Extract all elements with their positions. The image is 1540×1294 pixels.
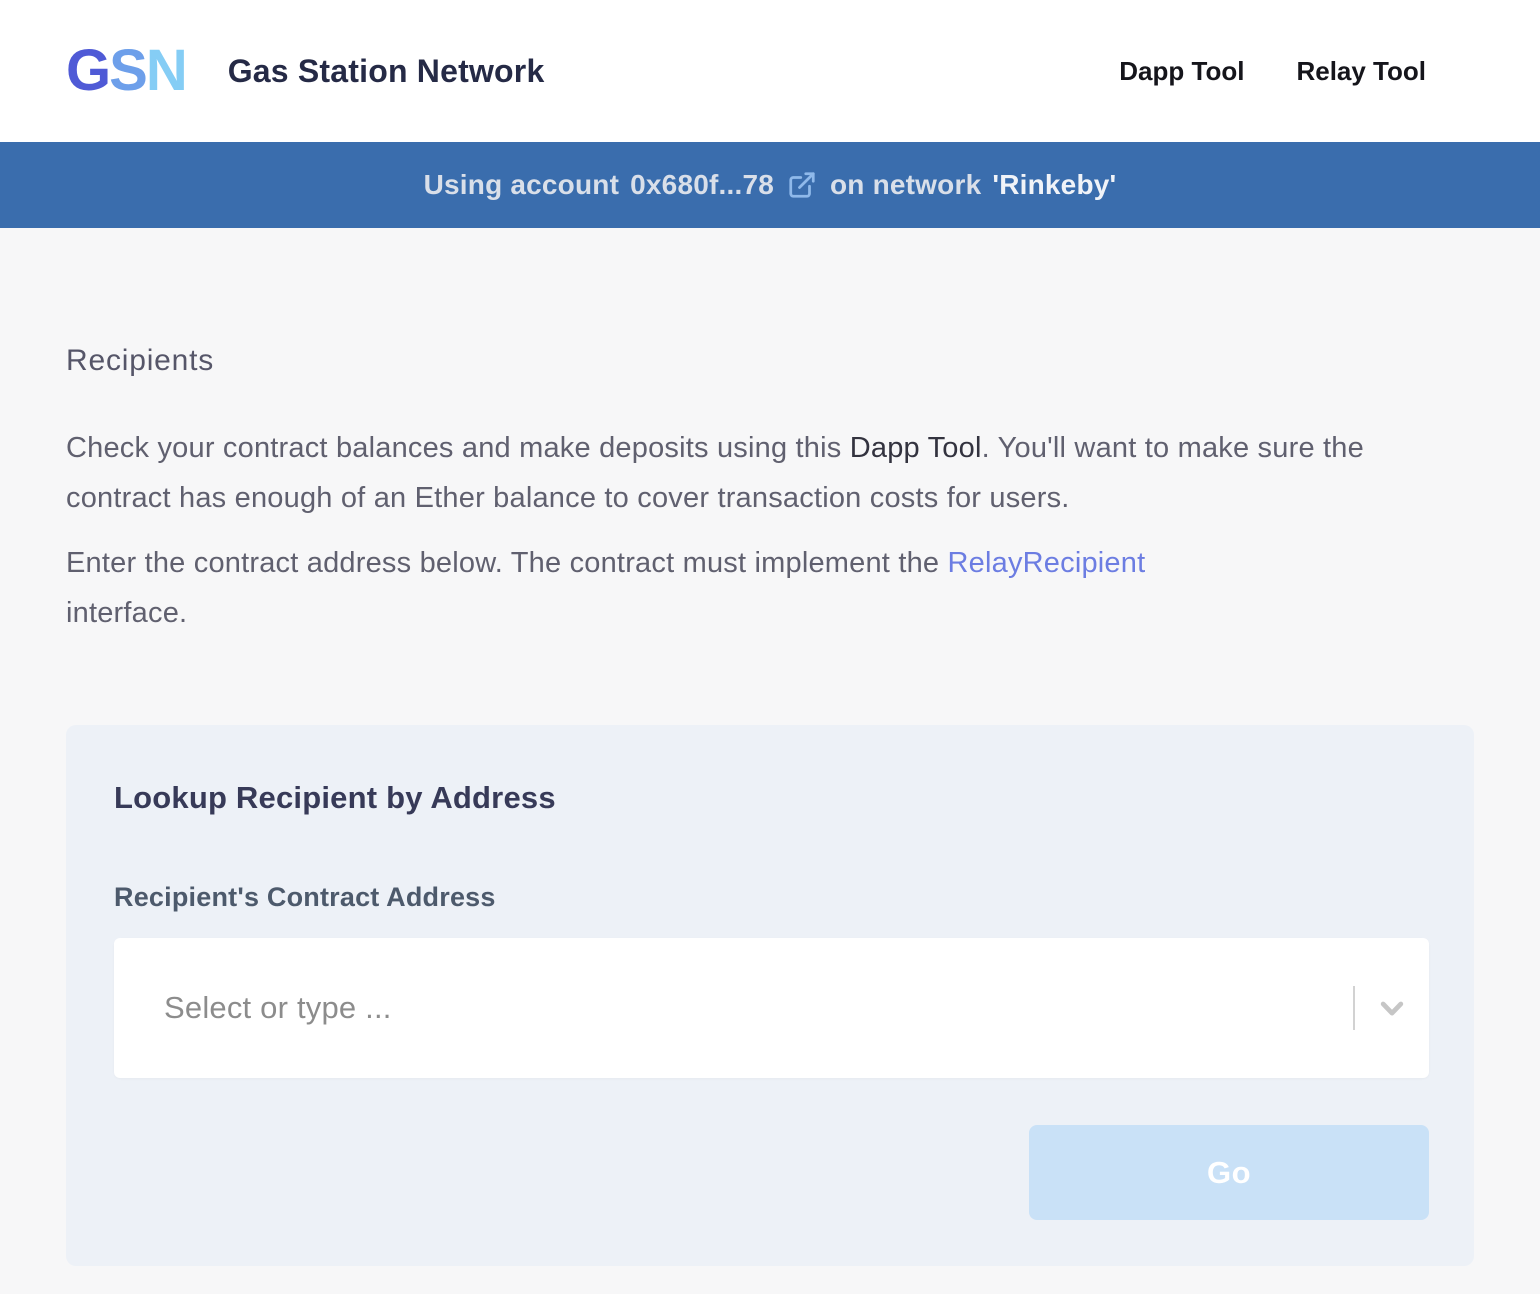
nav-link-relay-tool[interactable]: Relay Tool xyxy=(1296,56,1426,87)
lookup-card: Lookup Recipient by Address Recipient's … xyxy=(66,725,1474,1266)
using-account-label: Using account xyxy=(424,169,620,201)
account-address: 0x680f...78 xyxy=(630,169,774,201)
go-button[interactable]: Go xyxy=(1029,1125,1429,1220)
intro-text-before: Check your contract balances and make de… xyxy=(66,432,850,464)
select-placeholder: Select or type ... xyxy=(164,990,1353,1026)
logo-letter-n: N xyxy=(146,38,186,103)
on-network-label: on network xyxy=(830,169,981,201)
instructions-text-before: Enter the contract address below. The co… xyxy=(66,547,948,579)
logo-letter-g: G xyxy=(66,38,109,103)
intro-dapp-tool-emphasis: Dapp Tool xyxy=(850,432,982,464)
nav-link-dapp-tool[interactable]: Dapp Tool xyxy=(1119,56,1244,87)
relay-recipient-link[interactable]: RelayRecipient xyxy=(948,547,1146,579)
app-title: Gas Station Network xyxy=(228,53,545,90)
contract-address-label: Recipient's Contract Address xyxy=(114,882,1429,912)
external-link-icon[interactable] xyxy=(787,170,817,200)
recipients-heading: Recipients xyxy=(66,343,1474,379)
gsn-logo[interactable]: GSN xyxy=(66,42,186,100)
network-name: 'Rinkeby' xyxy=(992,169,1116,201)
main-content: Recipients Check your contract balances … xyxy=(0,228,1540,1266)
lookup-card-title: Lookup Recipient by Address xyxy=(114,780,1429,816)
instructions-paragraph: Enter the contract address below. The co… xyxy=(66,538,1474,638)
instructions-text-after: interface. xyxy=(66,588,1474,638)
intro-paragraph: Check your contract balances and make de… xyxy=(66,423,1474,523)
top-nav: Dapp Tool Relay Tool xyxy=(1119,56,1426,87)
network-banner: Using account 0x680f...78 on network 'Ri… xyxy=(0,142,1540,228)
chevron-down-icon[interactable] xyxy=(1355,992,1429,1024)
contract-address-select[interactable]: Select or type ... xyxy=(114,938,1429,1078)
logo-letter-s: S xyxy=(109,38,146,103)
app-header: GSN Gas Station Network Dapp Tool Relay … xyxy=(0,0,1540,142)
